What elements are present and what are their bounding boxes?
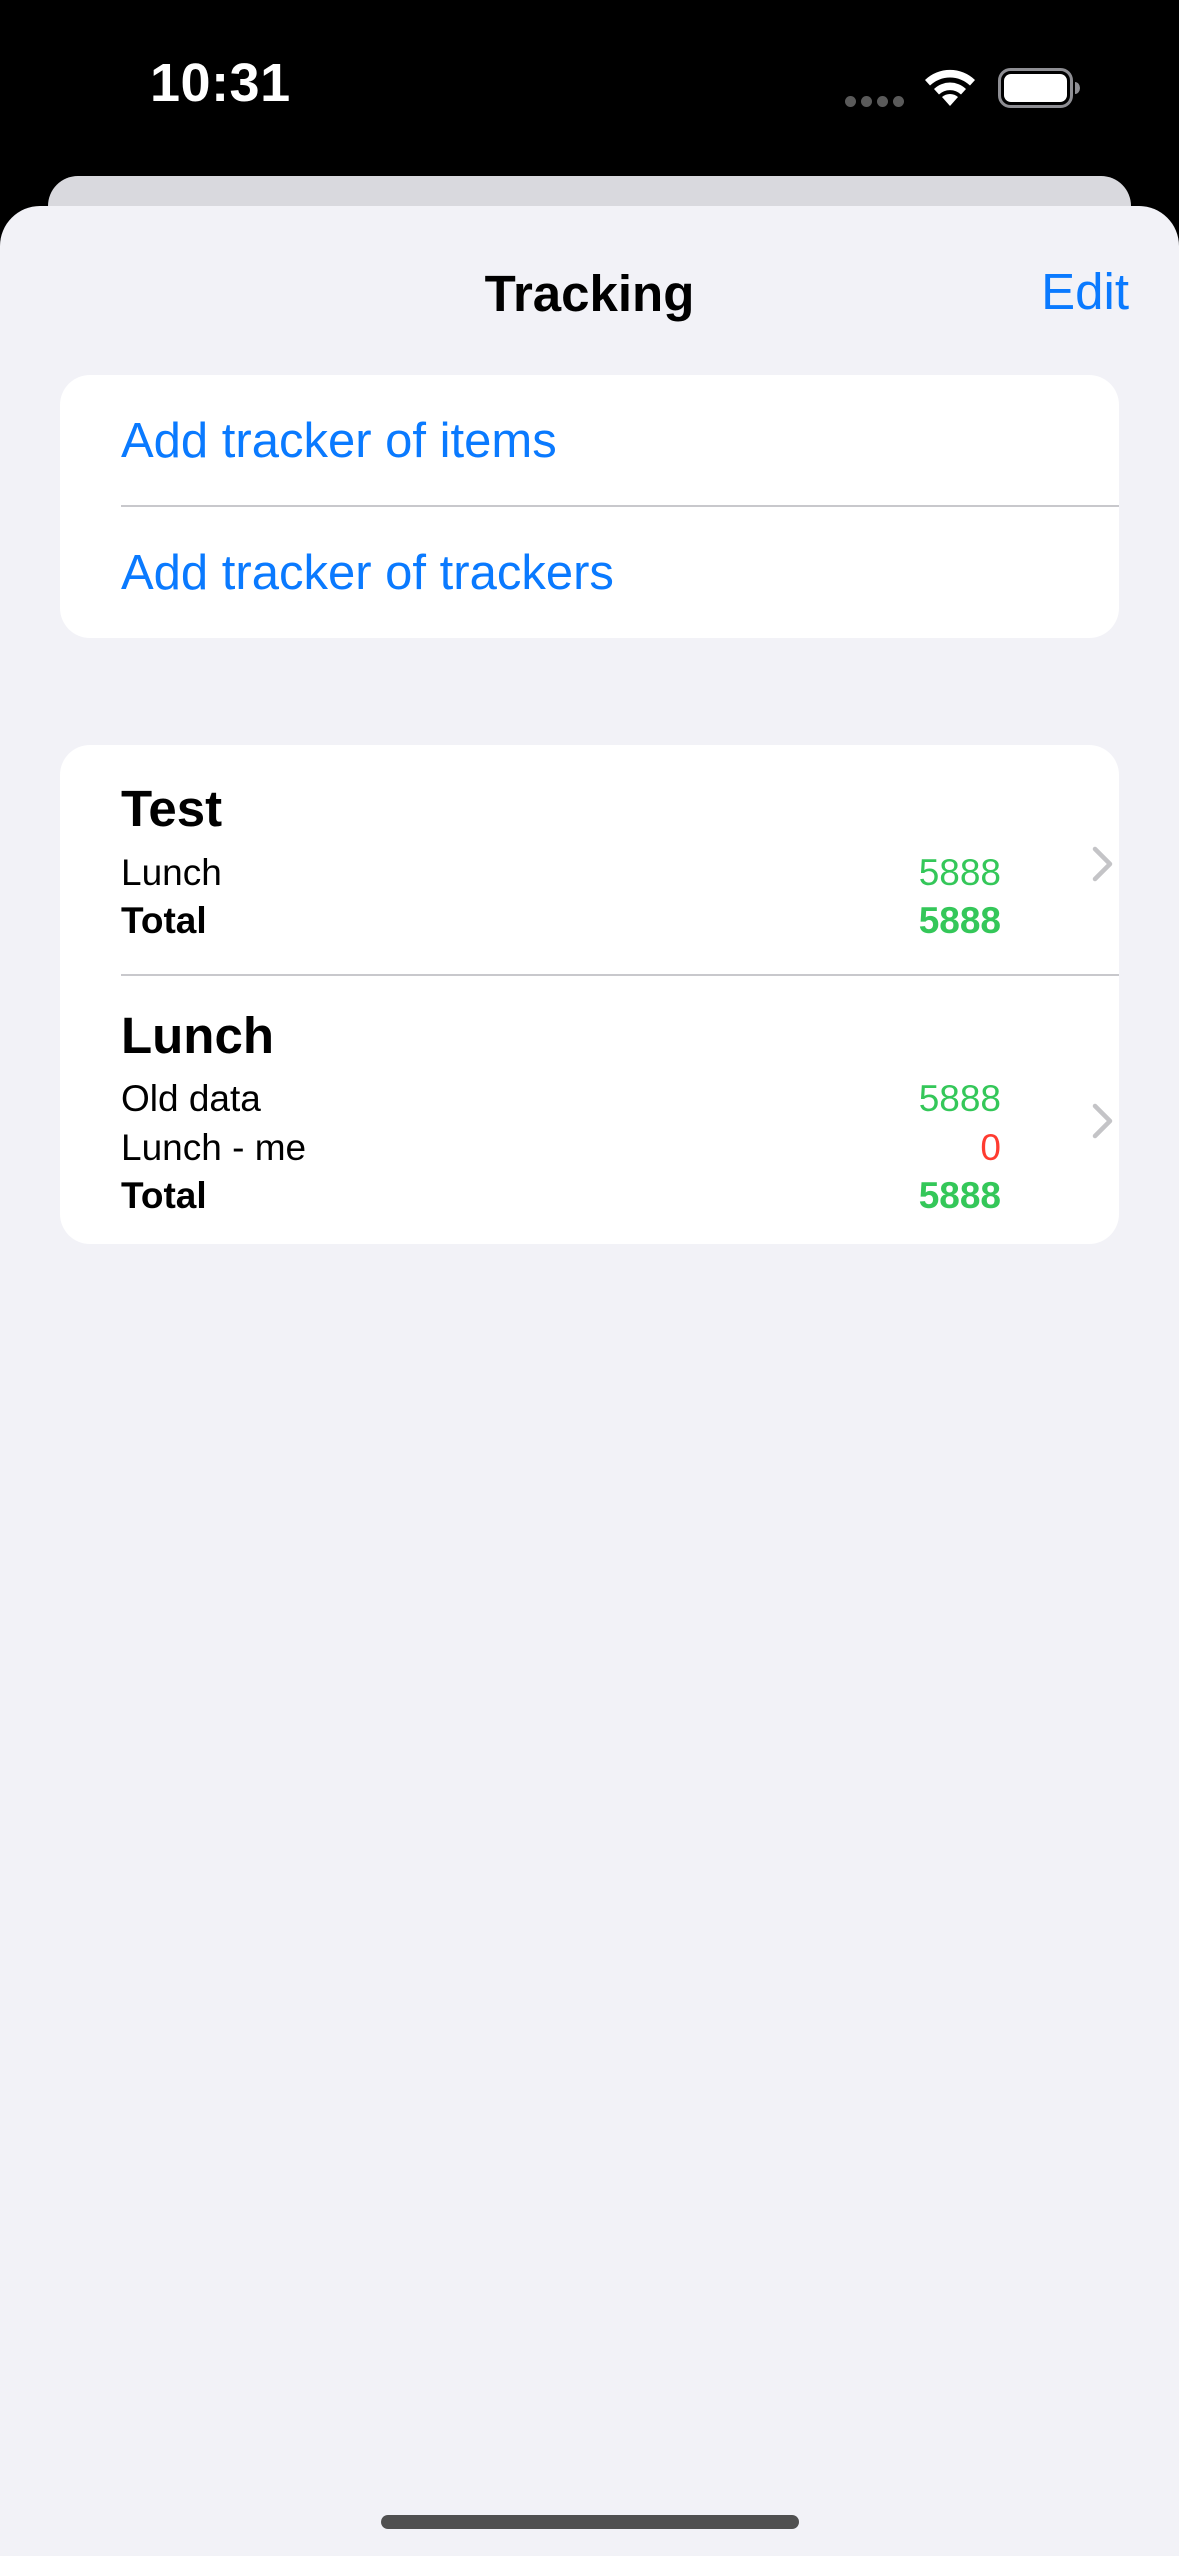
tracker-entry: Old data 5888 [121,1078,1001,1126]
add-tracker-group: Add tracker of items Add tracker of trac… [60,375,1119,638]
home-indicator[interactable] [381,2515,799,2529]
tracker-title: Lunch [121,1007,274,1064]
trackers-list: Test Lunch 5888 Total 5888 Lunch Old dat… [60,745,1119,1244]
total-value: 5888 [918,1175,1001,1216]
edit-button[interactable]: Edit [1041,262,1129,321]
status-time: 10:31 [150,53,291,113]
add-tracker-of-trackers-label: Add tracker of trackers [121,546,614,600]
tracker-entry: Lunch 5888 [121,852,1001,900]
entry-name: Lunch [121,852,222,893]
total-label: Total [121,1175,207,1216]
tracker-entry: Lunch - me 0 [121,1127,1001,1175]
wifi-icon [925,69,975,106]
tracker-row-lunch[interactable]: Lunch Old data 5888 Lunch - me 0 Total 5… [60,976,1119,1244]
tracker-row-test[interactable]: Test Lunch 5888 Total 5888 [60,745,1119,969]
page-title: Tracking [484,265,695,322]
status-bar: 10:31 [0,0,1179,180]
tracker-title: Test [121,780,223,837]
tracker-total: Total 5888 [121,900,1001,948]
entry-name: Old data [121,1078,261,1119]
add-tracker-of-items-button[interactable]: Add tracker of items [60,375,1119,506]
tracker-total: Total 5888 [121,1175,1001,1223]
add-tracker-of-trackers-button[interactable]: Add tracker of trackers [60,507,1119,638]
total-label: Total [121,900,207,941]
entry-value: 0 [980,1127,1001,1168]
entry-value: 5888 [918,852,1001,893]
total-value: 5888 [918,900,1001,941]
chevron-right-icon [1092,846,1113,882]
add-tracker-of-items-label: Add tracker of items [121,414,557,468]
chevron-right-icon [1092,1103,1113,1139]
tracking-sheet: Tracking Edit Add tracker of items Add t… [0,206,1179,2556]
entry-value: 5888 [918,1078,1001,1119]
cellular-signal-icon [845,96,905,108]
battery-icon [998,68,1080,108]
entry-name: Lunch - me [121,1127,307,1168]
